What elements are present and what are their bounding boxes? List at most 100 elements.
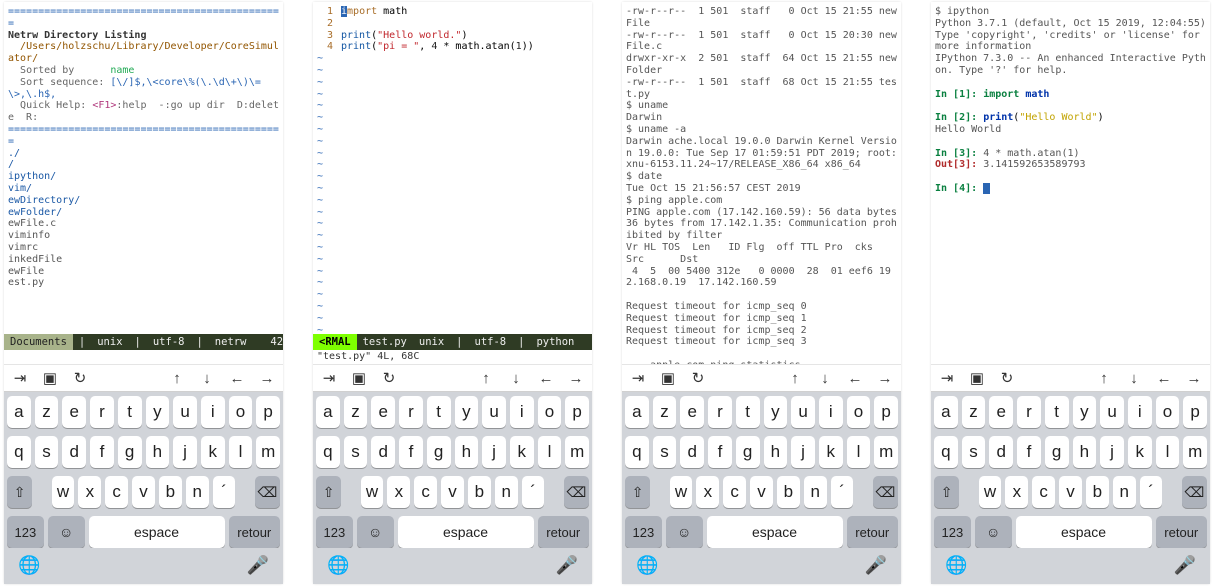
key-s[interactable]: s (653, 436, 677, 468)
key-d[interactable]: d (62, 436, 86, 468)
key-e[interactable]: e (371, 396, 395, 428)
globe-icon[interactable]: 🌐 (636, 555, 658, 576)
key-b[interactable]: b (1086, 476, 1109, 508)
key-l[interactable]: l (847, 436, 871, 468)
emoji-key[interactable]: ☺ (666, 516, 703, 548)
key-a[interactable]: a (625, 396, 649, 428)
key-l[interactable]: l (538, 436, 562, 468)
key-h[interactable]: h (1073, 436, 1097, 468)
arrow-down-icon[interactable]: ↓ (1126, 370, 1142, 386)
image-icon[interactable]: ▣ (660, 370, 676, 386)
key-k[interactable]: k (819, 436, 843, 468)
space-key[interactable]: espace (89, 516, 225, 548)
key-m[interactable]: m (1183, 436, 1207, 468)
key-g[interactable]: g (118, 436, 142, 468)
key-u[interactable]: u (173, 396, 197, 428)
netrw-dir-entry[interactable]: ./ (8, 148, 20, 159)
key-w[interactable]: w (979, 476, 1002, 508)
key-v[interactable]: v (1059, 476, 1082, 508)
key-v[interactable]: v (132, 476, 155, 508)
numbers-key[interactable]: 123 (625, 516, 662, 548)
key-y[interactable]: y (146, 396, 170, 428)
refresh-icon[interactable]: ↻ (999, 370, 1015, 386)
key-f[interactable]: f (90, 436, 114, 468)
key-g[interactable]: g (427, 436, 451, 468)
key-u[interactable]: u (791, 396, 815, 428)
emoji-key[interactable]: ☺ (48, 516, 85, 548)
key-a[interactable]: a (316, 396, 340, 428)
numbers-key[interactable]: 123 (316, 516, 353, 548)
key-j[interactable]: j (482, 436, 506, 468)
key-k[interactable]: k (201, 436, 225, 468)
tab-indent-icon[interactable]: ⇥ (939, 370, 955, 386)
key-i[interactable]: i (510, 396, 534, 428)
key-u[interactable]: u (482, 396, 506, 428)
key-c[interactable]: c (1032, 476, 1055, 508)
backspace-key[interactable]: ⌫ (564, 476, 589, 508)
key-u[interactable]: u (1100, 396, 1124, 428)
key-k[interactable]: k (1128, 436, 1152, 468)
arrow-up-icon[interactable]: ↑ (1096, 370, 1112, 386)
key-k[interactable]: k (510, 436, 534, 468)
key-e[interactable]: e (680, 396, 704, 428)
key-h[interactable]: h (764, 436, 788, 468)
key-d[interactable]: d (371, 436, 395, 468)
key-x[interactable]: x (78, 476, 101, 508)
space-key[interactable]: espace (707, 516, 843, 548)
key-p[interactable]: p (874, 396, 898, 428)
key-v[interactable]: v (750, 476, 773, 508)
key-j[interactable]: j (173, 436, 197, 468)
mic-icon[interactable]: 🎤 (865, 555, 887, 576)
image-icon[interactable]: ▣ (42, 370, 58, 386)
key-t[interactable]: t (1045, 396, 1069, 428)
space-key[interactable]: espace (1016, 516, 1152, 548)
key-´[interactable]: ´ (831, 476, 854, 508)
key-g[interactable]: g (736, 436, 760, 468)
numbers-key[interactable]: 123 (7, 516, 44, 548)
key-n[interactable]: n (1113, 476, 1136, 508)
key-o[interactable]: o (1156, 396, 1180, 428)
return-key[interactable]: retour (847, 516, 898, 548)
key-f[interactable]: f (399, 436, 423, 468)
shell-output[interactable]: -rw-r--r-- 1 501 staff 0 Oct 15 21:55 ne… (622, 2, 901, 364)
arrow-left-icon[interactable]: ← (847, 370, 863, 386)
key-f[interactable]: f (708, 436, 732, 468)
tab-indent-icon[interactable]: ⇥ (12, 370, 28, 386)
arrow-down-icon[interactable]: ↓ (508, 370, 524, 386)
key-i[interactable]: i (201, 396, 225, 428)
key-v[interactable]: v (441, 476, 464, 508)
arrow-right-icon[interactable]: → (877, 370, 893, 386)
image-icon[interactable]: ▣ (969, 370, 985, 386)
key-y[interactable]: y (455, 396, 479, 428)
shift-key[interactable]: ⇧ (7, 476, 32, 508)
refresh-icon[interactable]: ↻ (690, 370, 706, 386)
space-key[interactable]: espace (398, 516, 534, 548)
mic-icon[interactable]: 🎤 (1174, 555, 1196, 576)
key-o[interactable]: o (229, 396, 253, 428)
key-x[interactable]: x (696, 476, 719, 508)
key-s[interactable]: s (344, 436, 368, 468)
arrow-right-icon[interactable]: → (568, 370, 584, 386)
key-b[interactable]: b (777, 476, 800, 508)
key-z[interactable]: z (653, 396, 677, 428)
shift-key[interactable]: ⇧ (934, 476, 959, 508)
arrow-right-icon[interactable]: → (1186, 370, 1202, 386)
key-o[interactable]: o (847, 396, 871, 428)
backspace-key[interactable]: ⌫ (255, 476, 280, 508)
netrw-file-entry[interactable]: vimrc (8, 242, 38, 253)
arrow-left-icon[interactable]: ← (538, 370, 554, 386)
arrow-left-icon[interactable]: ← (229, 370, 245, 386)
key-m[interactable]: m (565, 436, 589, 468)
key-e[interactable]: e (989, 396, 1013, 428)
key-w[interactable]: w (361, 476, 384, 508)
netrw-file-entry[interactable]: inkedFile (8, 254, 62, 265)
key-r[interactable]: r (708, 396, 732, 428)
key-q[interactable]: q (316, 436, 340, 468)
key-a[interactable]: a (934, 396, 958, 428)
key-t[interactable]: t (736, 396, 760, 428)
key-a[interactable]: a (7, 396, 31, 428)
key-n[interactable]: n (495, 476, 518, 508)
key-r[interactable]: r (399, 396, 423, 428)
key-i[interactable]: i (1128, 396, 1152, 428)
key-b[interactable]: b (468, 476, 491, 508)
